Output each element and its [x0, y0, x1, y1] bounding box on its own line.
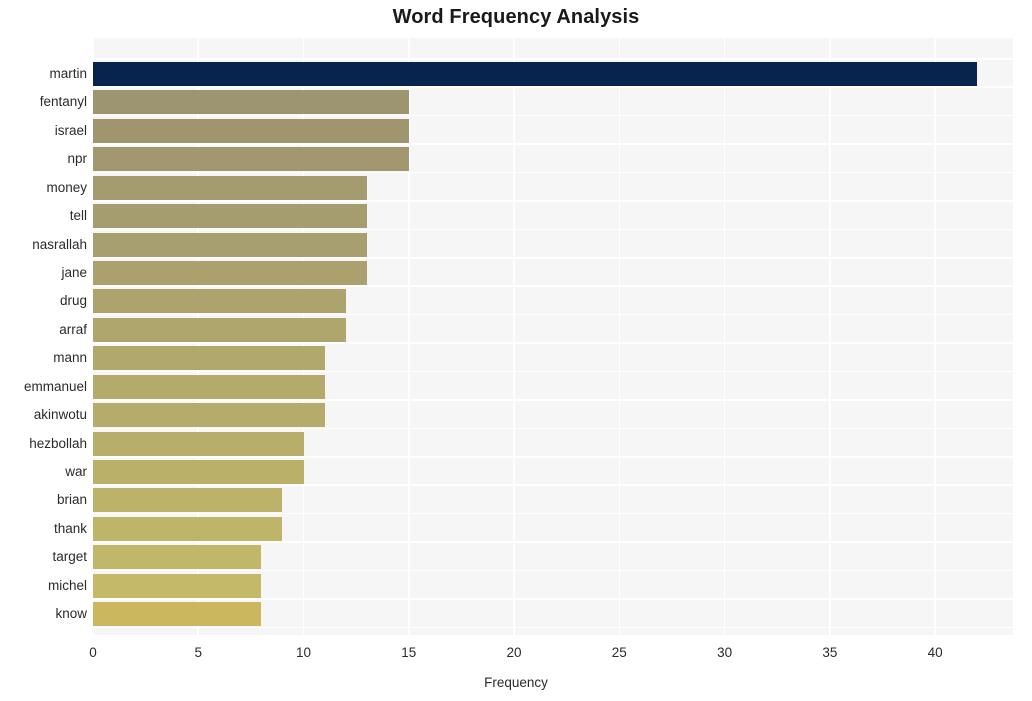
bar	[93, 460, 304, 484]
bar	[93, 118, 409, 143]
y-tick-label: jane	[61, 265, 87, 280]
bar	[93, 573, 262, 598]
x-tick-label: 30	[717, 645, 733, 660]
bar	[93, 374, 325, 399]
bar	[93, 261, 367, 285]
bar	[93, 403, 325, 428]
bar	[93, 204, 367, 229]
x-tick-label: 0	[89, 645, 97, 660]
y-tick-label: brian	[56, 492, 87, 508]
x-tick-label: 40	[927, 645, 943, 660]
y-tick-label: tell	[69, 208, 87, 224]
chart-title: Word Frequency Analysis	[392, 6, 640, 28]
x-tick-label: 20	[506, 645, 522, 660]
y-tick-label: martin	[49, 66, 87, 81]
bar	[93, 90, 409, 115]
y-tick-label: mann	[53, 350, 87, 366]
bar	[93, 175, 367, 200]
y-tick-label: war	[65, 464, 87, 479]
y-tick-label: money	[46, 179, 87, 195]
bar	[93, 516, 283, 541]
x-axis-tick-labels: 0 5 10 15 20 25 30 35 40	[89, 635, 1013, 665]
bar	[93, 488, 283, 513]
y-tick-label: hezbollah	[29, 435, 87, 451]
word-frequency-chart-figure: Word Frequency Analysis martin fentanyl is…	[0, 0, 1032, 701]
y-tick-label: npr	[67, 151, 87, 167]
x-tick-label: 10	[296, 645, 312, 660]
bar	[93, 346, 325, 371]
bar	[93, 602, 262, 627]
y-tick-label: emmanuel	[23, 378, 87, 394]
bar	[93, 431, 304, 456]
y-tick-label: michel	[47, 577, 87, 593]
y-tick-label: nasrallah	[32, 236, 87, 252]
y-tick-label: target	[52, 549, 87, 565]
y-tick-label: fentanyl	[39, 94, 87, 110]
plot-area	[92, 38, 1013, 635]
bar	[93, 62, 978, 86]
bar	[93, 317, 346, 342]
y-axis-tick-labels: martin fentanyl israel npr money tell nasralla…	[0, 38, 87, 635]
y-tick-label: thank	[53, 520, 87, 536]
bar	[93, 147, 409, 172]
bars-layer	[93, 38, 1013, 635]
x-tick-label: 35	[822, 645, 838, 660]
x-tick-label: 25	[611, 645, 627, 660]
y-tick-label: drug	[59, 293, 87, 309]
bar	[93, 289, 346, 314]
y-tick-label: israel	[54, 122, 87, 138]
y-tick-label: arraf	[59, 321, 87, 337]
x-tick-label: 5	[194, 645, 203, 660]
x-axis-title: Frequency	[484, 675, 548, 690]
x-tick-label: 15	[401, 645, 417, 660]
bar	[93, 545, 262, 570]
y-tick-label: akinwotu	[33, 407, 87, 423]
y-tick-label: know	[55, 606, 87, 622]
bar	[93, 232, 367, 257]
